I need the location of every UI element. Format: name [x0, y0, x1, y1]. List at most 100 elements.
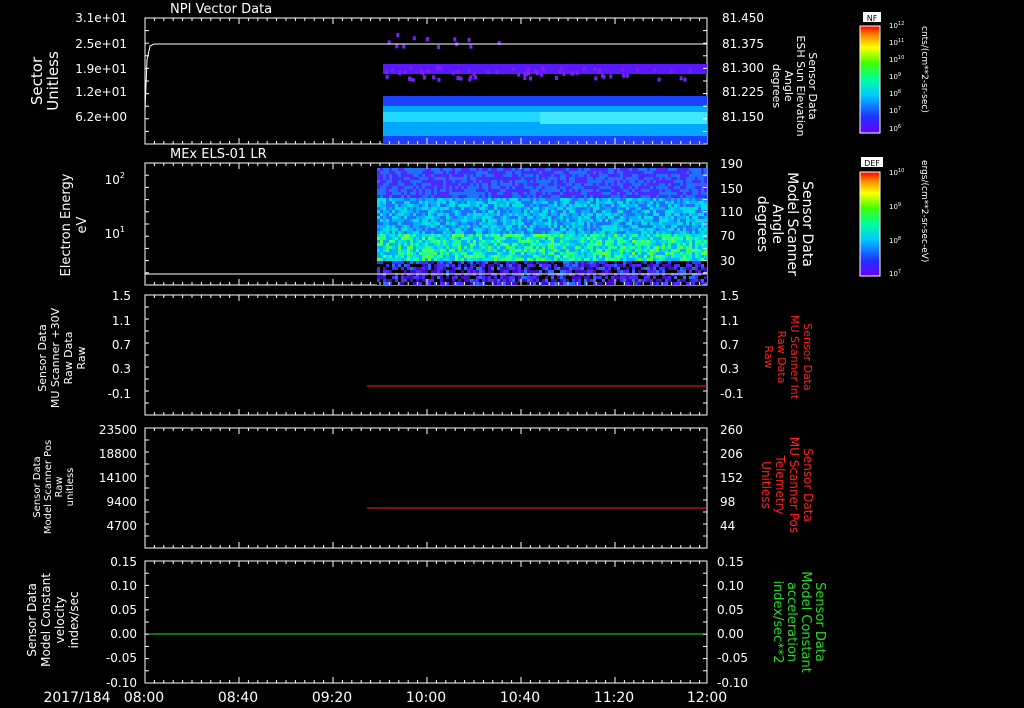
spectrogram-cell — [611, 261, 614, 264]
spectrogram-cell — [479, 198, 482, 201]
spectrogram-cell — [383, 180, 386, 183]
spectrogram-cell — [608, 228, 611, 231]
spectrogram-cell — [650, 267, 653, 270]
spectrogram-cell — [626, 186, 629, 189]
spectrogram-cell — [509, 198, 512, 201]
spectrogram-cell — [545, 174, 548, 177]
spectrogram-cell — [386, 177, 389, 180]
spectrogram-cell — [464, 213, 467, 216]
spectrogram-cell — [404, 207, 407, 210]
spectrogram-cell — [482, 255, 485, 258]
spectrogram-cell — [395, 180, 398, 183]
spectrogram-cell — [602, 264, 605, 267]
spectrogram-cell — [386, 216, 389, 219]
spectrogram-cell — [548, 210, 551, 213]
spectrogram-cell — [464, 261, 467, 264]
spectrogram-cell — [425, 37, 429, 41]
spectrogram-cell — [497, 267, 500, 270]
spectrogram-cell — [461, 210, 464, 213]
spectrogram-cell — [557, 210, 560, 213]
spectrogram-cell — [599, 270, 602, 273]
spectrogram-cell — [437, 225, 440, 228]
spectrogram-cell — [602, 261, 605, 264]
spectrogram-cell — [701, 192, 704, 195]
spectrogram-cell — [383, 186, 386, 189]
spectrogram-cell — [383, 183, 386, 186]
spectrogram-cell — [443, 264, 446, 267]
spectrogram-cell — [404, 225, 407, 228]
spectrogram-cell — [527, 171, 530, 174]
axis-label-line: Model Scanner — [784, 172, 800, 276]
spectrogram-cell — [695, 243, 698, 246]
spectrogram-cell — [386, 222, 389, 225]
spectrogram-cell — [473, 234, 476, 237]
spectrogram-cell — [392, 201, 395, 204]
tick-label: -0.1 — [720, 387, 743, 401]
spectrogram-cell — [533, 177, 536, 180]
tick-label: 0.05 — [110, 603, 137, 617]
spectrogram-cell — [443, 180, 446, 183]
spectrogram-cell — [515, 216, 518, 219]
spectrogram-cell — [541, 66, 545, 71]
spectrogram-cell — [656, 186, 659, 189]
spectrogram-cell — [692, 261, 695, 264]
tick-label: 2.5e+01 — [75, 37, 127, 51]
spectrogram-cell — [689, 219, 692, 222]
spectrogram-cell — [560, 177, 563, 180]
spectrogram-cell — [422, 240, 425, 243]
spectrogram-cell — [404, 192, 407, 195]
spectrogram-cell — [527, 261, 530, 264]
spectrogram-cell — [479, 183, 482, 186]
spectrogram-cell — [644, 249, 647, 252]
spectrogram-cell — [698, 222, 701, 225]
spectrogram-cell — [614, 189, 617, 192]
spectrogram-cell — [644, 189, 647, 192]
spectrogram-cell — [422, 255, 425, 258]
spectrogram-cell — [638, 198, 641, 201]
spectrogram-cell — [578, 243, 581, 246]
spectrogram-cell — [425, 216, 428, 219]
spectrogram-cell — [413, 225, 416, 228]
spectrogram-cell — [530, 276, 533, 279]
spectrogram-cell — [665, 192, 668, 195]
spectrogram-cell — [440, 225, 443, 228]
spectrogram-cell — [473, 255, 476, 258]
spectrogram-cell — [569, 201, 572, 204]
spectrogram-cell — [479, 231, 482, 234]
spectrogram-cell — [674, 243, 677, 246]
spectrogram-cell — [446, 183, 449, 186]
spectrogram-cell — [545, 216, 548, 219]
spectrogram-cell — [656, 255, 659, 258]
spectrogram-cell — [407, 198, 410, 201]
spectrogram-cell — [626, 267, 629, 270]
spectrogram-cell — [431, 216, 434, 219]
spectrogram-cell — [524, 168, 527, 171]
spectrogram-cell — [602, 186, 605, 189]
spectrogram-cell — [599, 183, 602, 186]
spectrogram-cell — [527, 204, 530, 207]
spectrogram-cell — [458, 171, 461, 174]
spectrogram-cell — [488, 189, 491, 192]
spectrogram-cell — [380, 261, 383, 264]
spectrogram-cell — [575, 222, 578, 225]
spectrogram-cell — [614, 195, 617, 198]
spectrogram-cell — [413, 282, 416, 285]
spectrogram-cell — [632, 252, 635, 255]
spectrogram-cell — [464, 279, 467, 282]
spectrogram-cell — [524, 174, 527, 177]
spectrogram-cell — [437, 198, 440, 201]
spectrogram-cell — [476, 195, 479, 198]
spectrogram-cell — [560, 192, 563, 195]
spectrogram-cell — [497, 252, 500, 255]
spectrogram-cell — [557, 204, 560, 207]
spectrogram-cell — [518, 237, 521, 240]
spectrogram-cell — [437, 210, 440, 213]
spectrogram-cell — [485, 222, 488, 225]
spectrogram-cell — [626, 240, 629, 243]
spectrogram-cell — [605, 267, 608, 270]
spectrogram-cell — [614, 240, 617, 243]
spectrogram-cell — [587, 255, 590, 258]
spectrogram-cell — [638, 213, 641, 216]
spectrogram-cell — [587, 270, 590, 273]
spectrogram-cell — [380, 207, 383, 210]
